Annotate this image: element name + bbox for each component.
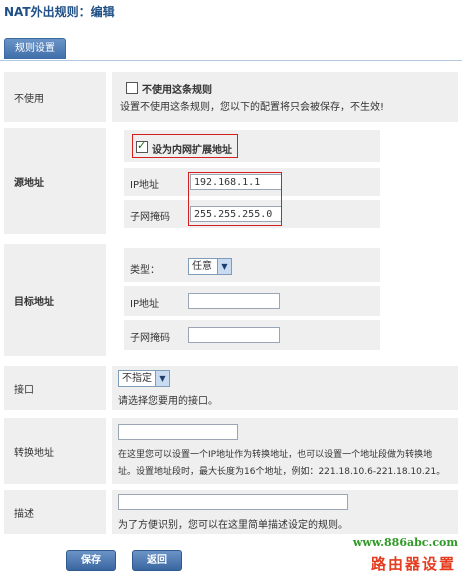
source-label: 源地址 bbox=[4, 128, 106, 234]
target-type-value: 任意 bbox=[192, 261, 212, 272]
chevron-down-icon: ▼ bbox=[217, 259, 231, 274]
iface-hint: 请选择您要用的接口。 bbox=[118, 396, 218, 407]
translate-hint-line1: 在这里您可以设置一个IP地址作为转换地址，也可以设置一个地址段做为转换地 bbox=[118, 450, 433, 460]
row-interface: 接口 不指定 ▼ 请选择您要用的接口。 bbox=[4, 366, 458, 410]
desc-value-cell: 为了方便识别，您可以在这里简单描述设定的规则。 bbox=[112, 490, 458, 534]
source-value-cell: 设为内网扩展地址 IP地址 192.168.1.1 子网掩码 255.255.2… bbox=[112, 128, 458, 234]
target-label: 目标地址 bbox=[4, 244, 106, 356]
chevron-down-icon: ▼ bbox=[155, 371, 169, 386]
target-ip-input[interactable] bbox=[188, 293, 280, 309]
row-disable: 不使用 不使用这条规则 设置不使用这条规则，您以下的配置将只会被保存，不生效! bbox=[4, 72, 458, 122]
translate-value-cell: 在这里您可以设置一个IP地址作为转换地址，也可以设置一个地址段做为转换地 址。设… bbox=[112, 418, 458, 484]
iface-select-value: 不指定 bbox=[122, 373, 152, 384]
desc-label: 描述 bbox=[4, 490, 106, 534]
disable-value-cell: 不使用这条规则 设置不使用这条规则，您以下的配置将只会被保存，不生效! bbox=[112, 72, 458, 122]
target-ip-label: IP地址 bbox=[130, 299, 159, 310]
tab-rule-settings[interactable]: 规则设置 bbox=[4, 38, 66, 59]
target-mask-row: 子网掩码 bbox=[124, 320, 380, 350]
source-mask-label: 子网掩码 bbox=[130, 212, 170, 223]
back-button[interactable]: 返回 bbox=[132, 550, 182, 571]
target-value-cell: 类型： 任意 ▼ IP地址 子网掩码 bbox=[112, 244, 458, 356]
target-type-label: 类型： bbox=[130, 265, 160, 276]
save-button[interactable]: 保存 bbox=[66, 550, 116, 571]
disable-hint: 设置不使用这条规则，您以下的配置将只会被保存，不生效! bbox=[120, 102, 385, 113]
target-mask-input[interactable] bbox=[188, 327, 280, 343]
row-source: 源地址 设为内网扩展地址 IP地址 192.168.1.1 子网掩码 255.2… bbox=[4, 128, 458, 234]
source-input-highlight bbox=[188, 172, 282, 226]
row-translate: 转换地址 在这里您可以设置一个IP地址作为转换地址，也可以设置一个地址段做为转换… bbox=[4, 418, 458, 484]
source-check-highlight bbox=[132, 134, 238, 158]
desc-input[interactable] bbox=[118, 494, 348, 510]
disable-label: 不使用 bbox=[4, 72, 106, 122]
row-target: 目标地址 类型： 任意 ▼ IP地址 子网掩码 bbox=[4, 244, 458, 356]
iface-select[interactable]: 不指定 ▼ bbox=[118, 370, 170, 387]
target-ip-row: IP地址 bbox=[124, 286, 380, 316]
iface-value-cell: 不指定 ▼ 请选择您要用的接口。 bbox=[112, 366, 458, 410]
tab-bar: 规则设置 bbox=[0, 38, 462, 61]
target-mask-label: 子网掩码 bbox=[130, 333, 170, 344]
target-type-select[interactable]: 任意 ▼ bbox=[188, 258, 232, 275]
disable-checkbox[interactable] bbox=[126, 82, 138, 94]
target-type-row: 类型： 任意 ▼ bbox=[124, 248, 380, 282]
watermark-url: www.886abc.com bbox=[352, 536, 458, 549]
row-description: 描述 为了方便识别，您可以在这里简单描述设定的规则。 bbox=[4, 490, 458, 534]
translate-hint-line2: 址。设置地址段时，最大长度为16个地址，例如：221.18.10.6-221.1… bbox=[118, 467, 446, 477]
watermark-text: 路由器设置 bbox=[370, 555, 456, 573]
desc-hint: 为了方便识别，您可以在这里简单描述设定的规则。 bbox=[118, 520, 348, 531]
source-ip-label: IP地址 bbox=[130, 180, 159, 191]
page-title: NAT外出规则：编辑 bbox=[4, 5, 115, 19]
translate-label: 转换地址 bbox=[4, 418, 106, 484]
disable-checkbox-label: 不使用这条规则 bbox=[142, 85, 212, 96]
translate-input[interactable] bbox=[118, 424, 238, 440]
iface-label: 接口 bbox=[4, 366, 106, 410]
